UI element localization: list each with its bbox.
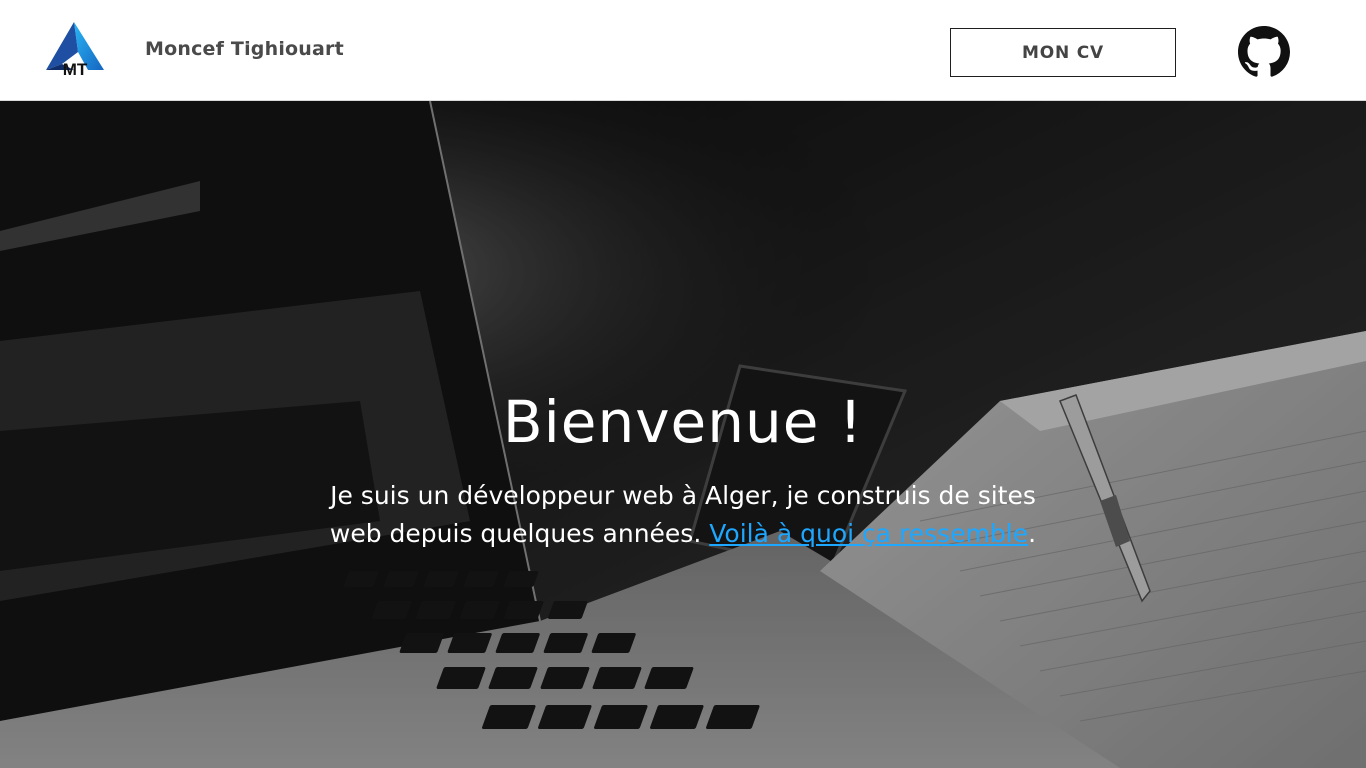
logo-icon[interactable]: MT xyxy=(44,20,106,78)
hero-paragraph: Je suis un développeur web à Alger, je c… xyxy=(308,477,1058,553)
hero-text-end: . xyxy=(1028,519,1037,548)
site-header: MT Moncef Tighiouart MON CV xyxy=(0,0,1366,101)
hero-title: Bienvenue ! xyxy=(502,388,864,456)
cv-button[interactable]: MON CV xyxy=(950,28,1176,77)
github-icon[interactable] xyxy=(1238,26,1290,78)
brand-name[interactable]: Moncef Tighiouart xyxy=(145,38,344,60)
portfolio-link[interactable]: Voilà à quoi ça ressemble xyxy=(709,519,1028,548)
logo-text: MT xyxy=(63,60,88,78)
hero-section: Bienvenue ! Je suis un développeur web à… xyxy=(0,101,1366,768)
